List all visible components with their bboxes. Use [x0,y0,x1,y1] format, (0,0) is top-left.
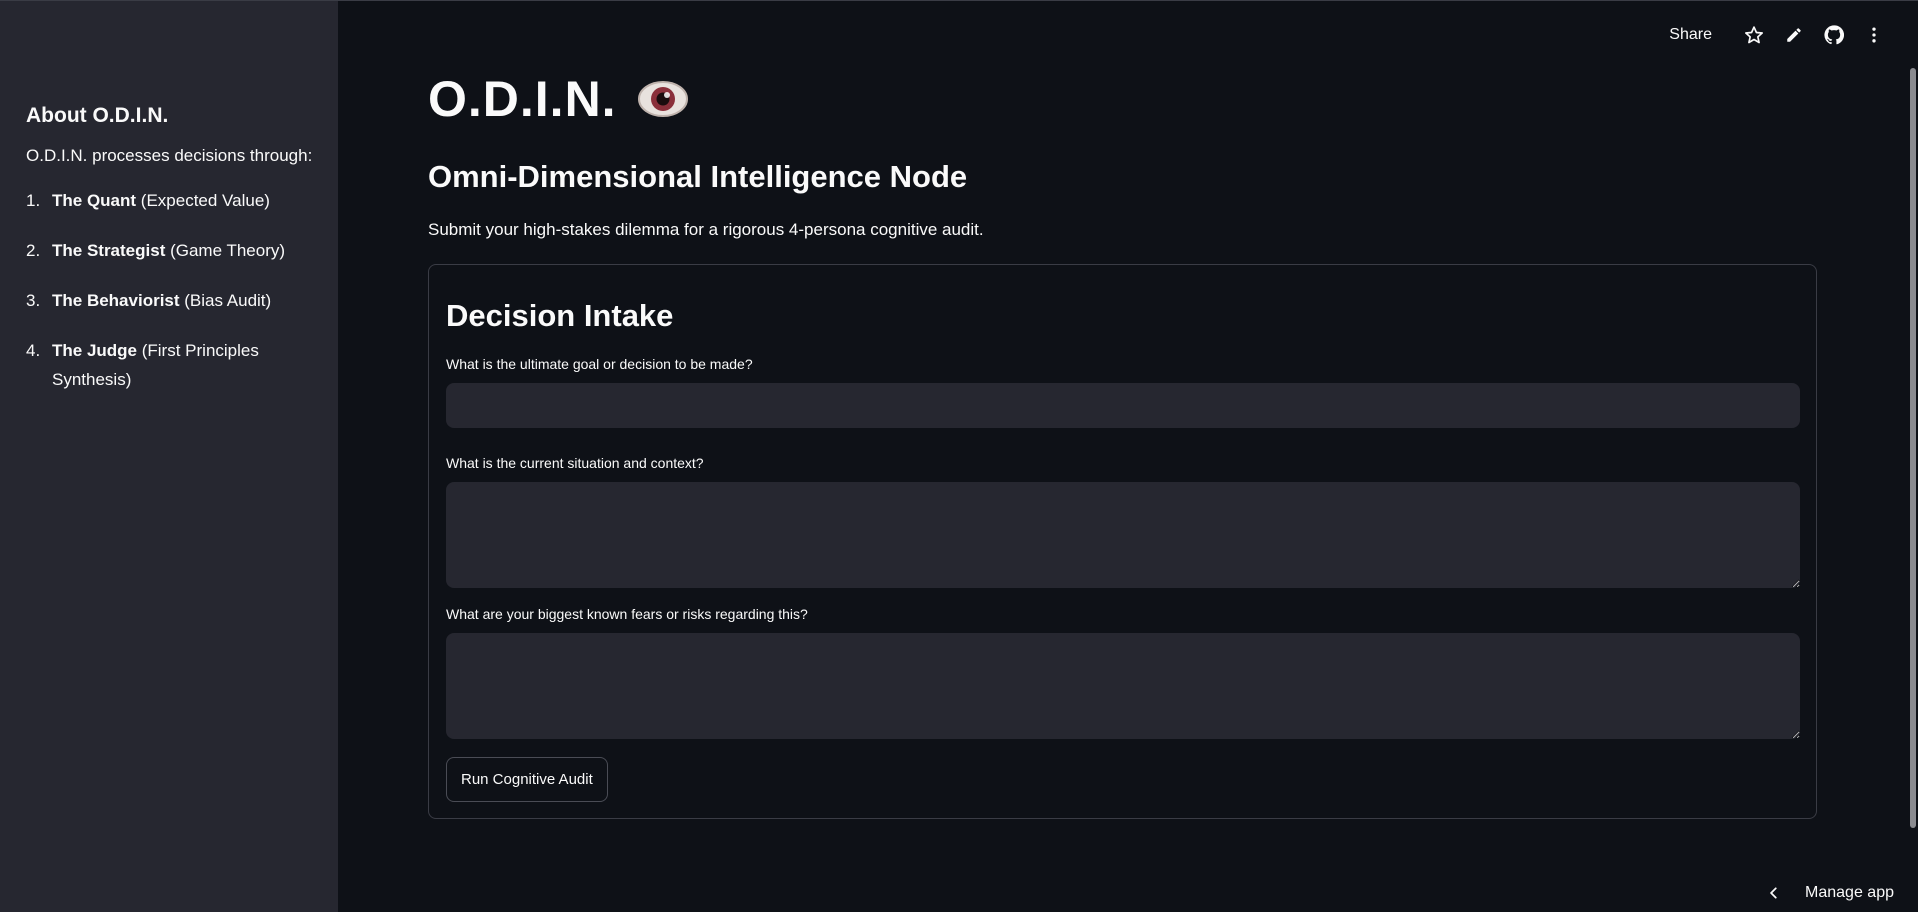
page-title-text: O.D.I.N. [428,71,617,127]
persona-description: (Bias Audit) [179,291,272,310]
pencil-icon[interactable] [1774,20,1814,50]
page-subtitle: Omni-Dimensional Intelligence Node [428,159,968,194]
decision-intake-form: Decision Intake What is the ultimate goa… [428,264,1817,819]
form-title: Decision Intake [446,298,674,333]
window-top-border [0,0,1918,1]
share-button[interactable]: Share [1669,26,1712,44]
persona-list: 1. The Quant (Expected Value) 2. The Str… [26,186,338,394]
list-item: 4. The Judge (First Principles Synthesis… [26,336,338,394]
star-icon[interactable] [1734,20,1774,50]
context-textarea[interactable] [446,482,1800,588]
persona-name: The Quant [52,191,137,210]
persona-name: The Strategist [52,241,166,260]
more-vertical-icon[interactable] [1854,20,1894,50]
app-toolbar: Share [1669,20,1894,50]
page-title: O.D.I.N. [428,70,689,128]
manage-app-label: Manage app [1805,884,1894,901]
list-item: 1. The Quant (Expected Value) [26,186,338,215]
sidebar: About O.D.I.N. O.D.I.N. processes decisi… [0,0,338,912]
list-number: 3. [26,291,41,310]
list-text: The Behaviorist (Bias Audit) [52,286,322,315]
sidebar-title: About O.D.I.N. [26,104,169,127]
goal-field-label: What is the ultimate goal or decision to… [446,356,753,372]
github-icon[interactable] [1814,20,1854,50]
goal-input[interactable] [446,383,1800,428]
persona-description: (Expected Value) [136,191,270,210]
list-text: The Judge (First Principles Synthesis) [52,336,322,394]
context-field-label: What is the current situation and contex… [446,455,704,471]
list-number: 1. [26,191,41,210]
risks-textarea[interactable] [446,633,1800,739]
persona-name: The Judge [52,341,138,360]
list-number: 4. [26,341,41,360]
sidebar-intro: O.D.I.N. processes decisions through: [26,146,313,165]
persona-name: The Behaviorist [52,291,180,310]
list-text: The Quant (Expected Value) [52,186,322,215]
chevron-left-icon [1767,886,1781,900]
list-item: 3. The Behaviorist (Bias Audit) [26,286,338,315]
manage-app-button[interactable]: Manage app [1767,884,1894,902]
run-cognitive-audit-button[interactable]: Run Cognitive Audit [446,757,608,802]
page-scrollbar[interactable] [1910,68,1916,828]
list-text: The Strategist (Game Theory) [52,236,322,265]
list-number: 2. [26,241,41,260]
eye-icon [637,73,689,125]
risks-field-label: What are your biggest known fears or ris… [446,606,808,622]
list-item: 2. The Strategist (Game Theory) [26,236,338,265]
page-description: Submit your high-stakes dilemma for a ri… [428,220,984,239]
persona-description: (Game Theory) [165,241,286,260]
